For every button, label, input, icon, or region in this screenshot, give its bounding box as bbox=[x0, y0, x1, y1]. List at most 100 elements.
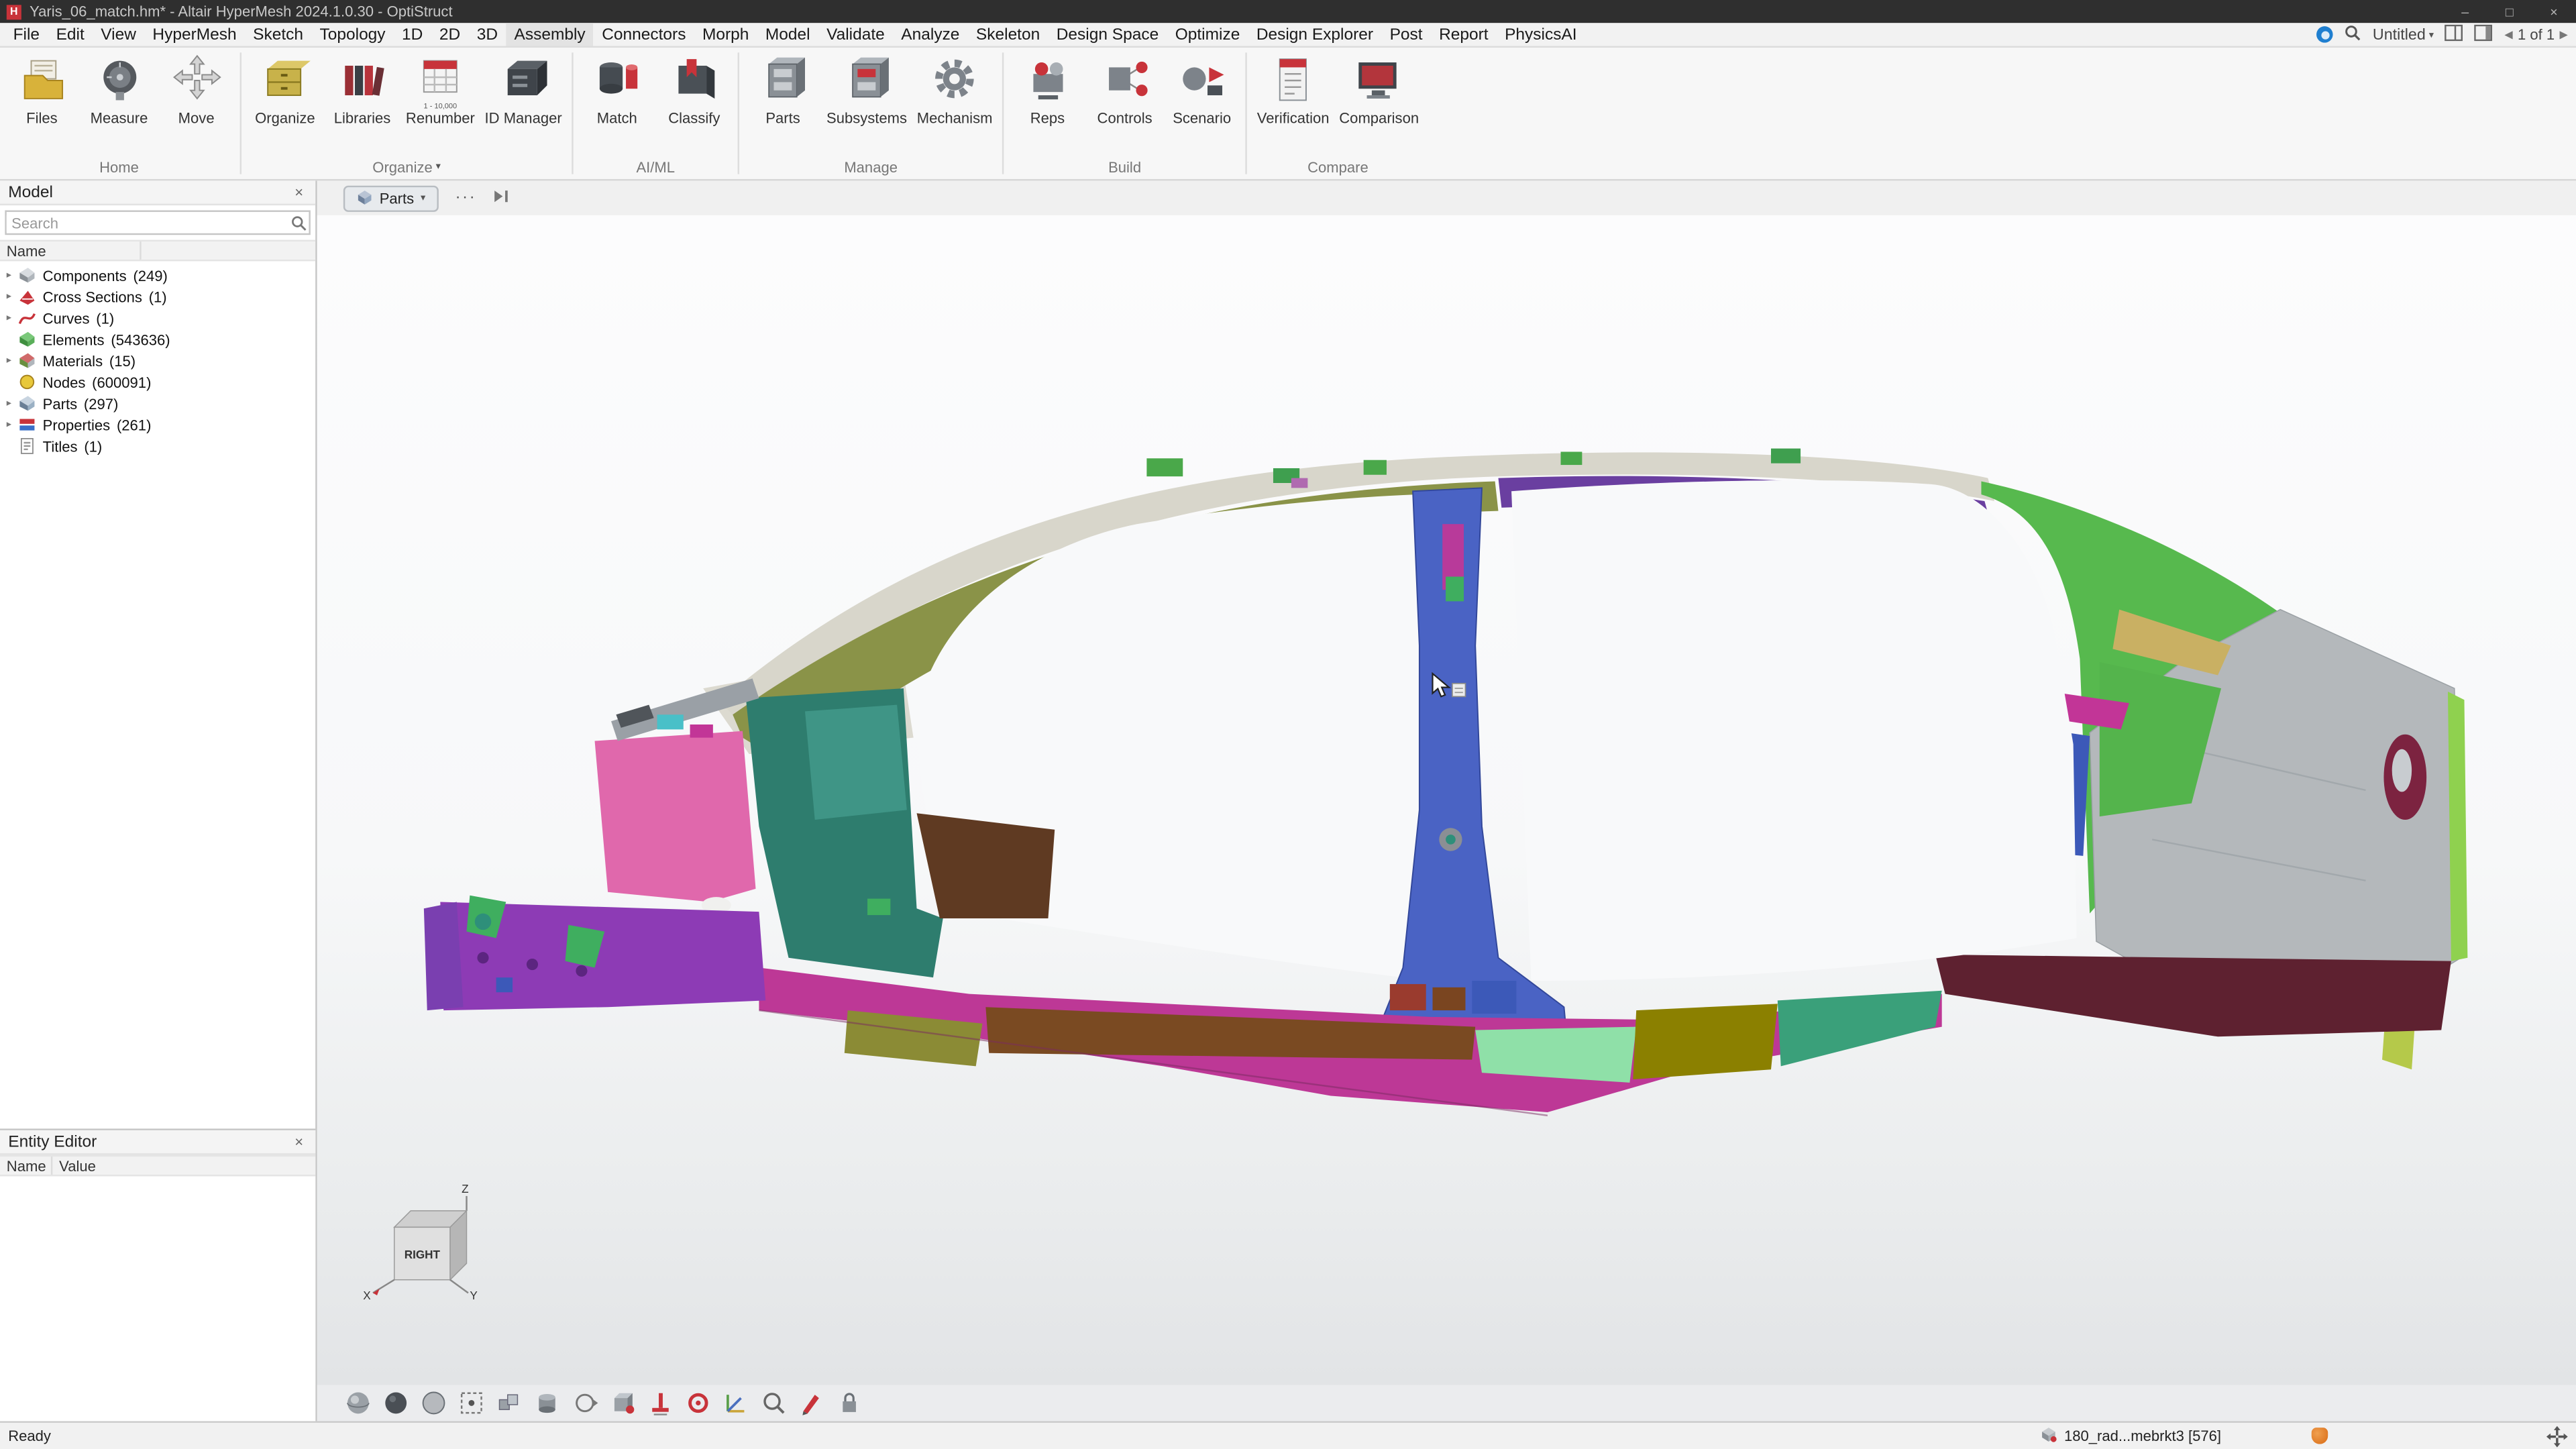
id-manager-button[interactable]: ID Manager bbox=[480, 48, 567, 127]
tab-overflow-button[interactable]: ··· bbox=[455, 189, 476, 207]
smooth-shaded-view-icon[interactable] bbox=[383, 1390, 409, 1416]
comparison-button[interactable]: Comparison bbox=[1334, 48, 1424, 127]
menu-optimize[interactable]: Optimize bbox=[1167, 23, 1248, 46]
mechanism-button[interactable]: Mechanism bbox=[912, 48, 997, 127]
supports-display-icon[interactable] bbox=[647, 1390, 674, 1416]
tree-item-components[interactable]: ▸ Components(249) bbox=[0, 264, 315, 286]
chevron-right-icon[interactable]: ▸ bbox=[7, 419, 18, 430]
menu-morph[interactable]: Morph bbox=[694, 23, 757, 46]
id-manager-icon bbox=[495, 52, 551, 108]
model-browser-panel: Model × Name ▸ Compon bbox=[0, 180, 315, 1130]
menu-validate[interactable]: Validate bbox=[818, 23, 893, 46]
scenario-button[interactable]: Scenario bbox=[1163, 48, 1240, 127]
shaded-view-icon[interactable] bbox=[345, 1390, 371, 1416]
menu-post[interactable]: Post bbox=[1381, 23, 1431, 46]
chevron-down-icon: ▾ bbox=[2429, 29, 2434, 40]
subsystems-button[interactable]: Subsystems bbox=[822, 48, 912, 127]
view-lock-icon[interactable] bbox=[837, 1390, 863, 1416]
minimize-button[interactable]: – bbox=[2443, 0, 2487, 23]
menu-skeleton[interactable]: Skeleton bbox=[968, 23, 1049, 46]
ribbon-group-organize-label[interactable]: Organize▾ bbox=[246, 154, 567, 179]
move-button[interactable]: Move bbox=[158, 48, 235, 127]
annotation-tool-icon[interactable] bbox=[798, 1390, 824, 1416]
axis-triad-icon[interactable] bbox=[723, 1390, 749, 1416]
component-display-icon[interactable] bbox=[610, 1390, 636, 1416]
tree-item-parts[interactable]: ▸ Parts(297) bbox=[0, 392, 315, 414]
transparent-view-icon[interactable] bbox=[421, 1390, 447, 1416]
tree-item-curves[interactable]: ▸ Curves(1) bbox=[0, 307, 315, 329]
chevron-right-icon[interactable]: ▸ bbox=[7, 290, 18, 302]
chevron-right-icon[interactable]: ▸ bbox=[7, 355, 18, 366]
element-display-icon[interactable] bbox=[496, 1390, 523, 1416]
menu-connectors[interactable]: Connectors bbox=[594, 23, 694, 46]
match-button[interactable]: Match bbox=[578, 48, 655, 127]
menu-2d[interactable]: 2D bbox=[431, 23, 469, 46]
constraints-display-icon[interactable] bbox=[685, 1390, 711, 1416]
chevron-right-icon[interactable]: ▸ bbox=[7, 270, 18, 281]
menu-analyze[interactable]: Analyze bbox=[893, 23, 968, 46]
menu-view[interactable]: View bbox=[93, 23, 144, 46]
search-icon[interactable] bbox=[2345, 24, 2361, 46]
menu-assembly[interactable]: Assembly bbox=[506, 23, 594, 46]
solid-display-icon[interactable] bbox=[534, 1390, 560, 1416]
tab-parts[interactable]: Parts ▾ bbox=[343, 185, 439, 211]
renumber-button[interactable]: 1 - 10,000 Renumber bbox=[401, 48, 480, 127]
close-icon[interactable]: × bbox=[290, 184, 307, 200]
prev-page-icon[interactable]: ◀ bbox=[2504, 28, 2512, 42]
search-input[interactable] bbox=[7, 215, 288, 231]
orbit-rotate-icon[interactable] bbox=[572, 1390, 598, 1416]
menu-report[interactable]: Report bbox=[1431, 23, 1497, 46]
tree-item-properties[interactable]: ▸ Properties(261) bbox=[0, 414, 315, 435]
menu-file[interactable]: File bbox=[5, 23, 48, 46]
next-page-icon[interactable]: ▶ bbox=[2560, 28, 2568, 42]
maximize-button[interactable]: □ bbox=[2487, 0, 2532, 23]
zoom-tool-icon[interactable] bbox=[761, 1390, 787, 1416]
menu-physicsai[interactable]: PhysicsAI bbox=[1497, 23, 1585, 46]
status-orange-icon[interactable] bbox=[2312, 1428, 2328, 1444]
model-column-header[interactable]: Name bbox=[0, 240, 315, 262]
menu-topology[interactable]: Topology bbox=[311, 23, 394, 46]
reps-button[interactable]: Reps bbox=[1009, 48, 1086, 127]
tree-item-titles[interactable]: Titles(1) bbox=[0, 435, 315, 457]
chevron-right-icon[interactable]: ▸ bbox=[7, 398, 18, 409]
tab-collapse-icon[interactable] bbox=[493, 188, 509, 207]
libraries-button[interactable]: Libraries bbox=[323, 48, 400, 127]
viewport-model[interactable] bbox=[411, 413, 2481, 1136]
selection-filter-icon[interactable] bbox=[458, 1390, 484, 1416]
verification-button[interactable]: Verification bbox=[1252, 48, 1334, 127]
close-button[interactable]: × bbox=[2532, 0, 2576, 23]
menu-design-space[interactable]: Design Space bbox=[1048, 23, 1167, 46]
menu-edit[interactable]: Edit bbox=[48, 23, 93, 46]
files-button[interactable]: Files bbox=[3, 48, 80, 127]
tree-item-nodes[interactable]: Nodes(600091) bbox=[0, 371, 315, 392]
parts-button[interactable]: Parts bbox=[745, 48, 822, 127]
scenario-label: Scenario bbox=[1173, 110, 1231, 126]
measure-button[interactable]: Measure bbox=[80, 48, 158, 127]
menu-1d[interactable]: 1D bbox=[394, 23, 431, 46]
layout-panels-icon[interactable] bbox=[2445, 24, 2463, 46]
app-logo-icon: H bbox=[7, 4, 21, 19]
controls-button[interactable]: Controls bbox=[1086, 48, 1163, 127]
view-cube[interactable]: Z RIGHT X Y bbox=[360, 1181, 507, 1303]
ribbon-group-organize: Organize Libraries 1 - 10,000 Renumber bbox=[246, 48, 567, 179]
browser-panel-icon[interactable] bbox=[2475, 24, 2493, 46]
chevron-right-icon[interactable]: ▸ bbox=[7, 312, 18, 323]
tree-item-materials[interactable]: ▸ Materials(15) bbox=[0, 350, 315, 372]
search-icon[interactable] bbox=[288, 215, 309, 231]
tree-item-elements[interactable]: Elements(543636) bbox=[0, 329, 315, 350]
menu-design-explorer[interactable]: Design Explorer bbox=[1248, 23, 1382, 46]
menu-model[interactable]: Model bbox=[757, 23, 818, 46]
altair-one-icon[interactable] bbox=[2317, 26, 2333, 42]
menu-sketch[interactable]: Sketch bbox=[245, 23, 311, 46]
menu-3d[interactable]: 3D bbox=[468, 23, 506, 46]
ribbon-separator bbox=[1246, 52, 1247, 174]
classify-button[interactable]: Classify bbox=[655, 48, 733, 127]
organize-button[interactable]: Organize bbox=[246, 48, 323, 127]
model-canvas[interactable]: Z RIGHT X Y bbox=[317, 215, 2576, 1385]
menu-hypermesh[interactable]: HyperMesh bbox=[144, 23, 245, 46]
entity-editor-column-header[interactable]: Name Value bbox=[0, 1155, 315, 1177]
session-dropdown[interactable]: Untitled▾ bbox=[2373, 25, 2434, 44]
tree-item-cross-sections[interactable]: ▸ Cross Sections(1) bbox=[0, 286, 315, 307]
move-tool-icon[interactable] bbox=[2546, 1425, 2568, 1446]
close-icon[interactable]: × bbox=[290, 1134, 307, 1150]
